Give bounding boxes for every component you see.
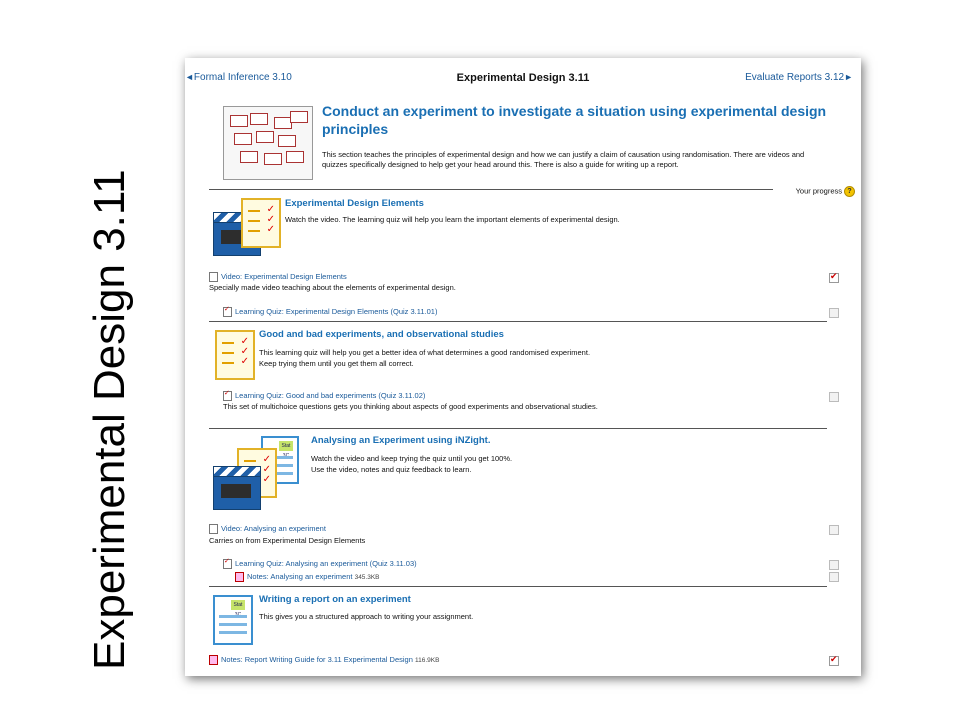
next-arrow-icon: ► [844, 72, 853, 82]
section-text: Watch the video. The learning quiz will … [285, 215, 620, 224]
item-note: Carries on from Experimental Design Elem… [209, 536, 366, 545]
link-label: Notes: Analysing an experiment [247, 572, 353, 581]
page-screenshot: ◄Formal Inference 3.10 Experimental Desi… [185, 58, 861, 676]
pdf-icon [209, 655, 218, 666]
link-label: Learning Quiz: Analysing an experiment (… [235, 559, 417, 568]
video-clapper-icon [213, 462, 263, 510]
divider [209, 428, 827, 429]
file-size: 345.3KB [354, 574, 380, 581]
completion-checkbox[interactable] [829, 392, 839, 402]
section-title-good-bad[interactable]: Good and bad experiments, and observatio… [259, 329, 504, 340]
link-label: Video: Experimental Design Elements [221, 272, 347, 281]
link-label: Learning Quiz: Experimental Design Eleme… [235, 307, 438, 316]
question-icon[interactable]: ? [844, 186, 855, 197]
completion-checkbox-checked[interactable] [829, 271, 839, 283]
completion-checkbox-checked[interactable] [829, 654, 839, 666]
video-file-icon [209, 524, 218, 535]
progress-label: Your progress [795, 186, 842, 196]
item-note: Specially made video teaching about the … [209, 283, 456, 292]
divider [209, 586, 827, 587]
section-text: Keep trying them until you get them all … [259, 359, 414, 368]
notes-analysing-link[interactable]: Notes: Analysing an experiment 345.3KB [235, 572, 380, 583]
video-design-elements-link[interactable]: Video: Experimental Design Elements [209, 272, 347, 283]
completion-checkbox[interactable] [829, 572, 839, 582]
quiz-analysing-link[interactable]: Learning Quiz: Analysing an experiment (… [223, 557, 417, 570]
video-file-icon [209, 272, 218, 283]
divider [209, 189, 773, 190]
section-text: Watch the video and keep trying the quiz… [311, 454, 513, 463]
your-progress: Your progress? [796, 186, 855, 197]
notes-report-guide-link[interactable]: Notes: Report Writing Guide for 3.11 Exp… [209, 655, 440, 666]
report-document-icon: Stat 3C [213, 595, 253, 645]
link-label: Learning Quiz: Good and bad experiments … [235, 391, 426, 400]
cards-illustration [223, 106, 313, 180]
completion-checkbox[interactable] [829, 308, 839, 318]
section-title-analysing[interactable]: Analysing an Experiment using iNZight. [311, 435, 490, 446]
link-label: Video: Analysing an experiment [221, 524, 326, 533]
section-navigation: ◄Formal Inference 3.10 Experimental Desi… [185, 72, 861, 88]
quiz-notepad-icon: ✓ ✓ ✓ [215, 330, 255, 380]
hero-title: Conduct an experiment to investigate a s… [322, 103, 827, 137]
hero-description: This section teaches the principles of e… [322, 150, 805, 169]
quiz-icon [223, 305, 232, 318]
section-text: This gives you a structured approach to … [259, 612, 474, 621]
completion-checkbox[interactable] [829, 525, 839, 535]
section-title-design-elements[interactable]: Experimental Design Elements [285, 198, 424, 209]
divider [209, 321, 827, 322]
quiz-notepad-icon: ✓ ✓ ✓ [241, 198, 281, 248]
file-size: 116.9KB [415, 657, 440, 664]
quiz-design-elements-link[interactable]: Learning Quiz: Experimental Design Eleme… [223, 305, 438, 318]
completion-checkbox[interactable] [829, 560, 839, 570]
item-note: This set of multichoice questions gets y… [223, 402, 598, 411]
quiz-good-bad-link[interactable]: Learning Quiz: Good and bad experiments … [223, 389, 426, 402]
section-text: Use the video, notes and quiz feedback t… [311, 465, 472, 474]
pdf-icon [235, 572, 244, 583]
video-analysing-link[interactable]: Video: Analysing an experiment [209, 524, 326, 535]
section-title-report[interactable]: Writing a report on an experiment [259, 594, 411, 605]
next-section-label: Evaluate Reports 3.12 [745, 72, 845, 83]
slide-title: Experimental Design 3.11 [85, 169, 134, 670]
link-label: Notes: Report Writing Guide for 3.11 Exp… [221, 655, 413, 664]
quiz-icon [223, 557, 232, 570]
quiz-icon [223, 389, 232, 402]
section-text: This learning quiz will help you get a b… [259, 348, 591, 357]
next-section-link[interactable]: Evaluate Reports 3.12► [745, 72, 853, 83]
